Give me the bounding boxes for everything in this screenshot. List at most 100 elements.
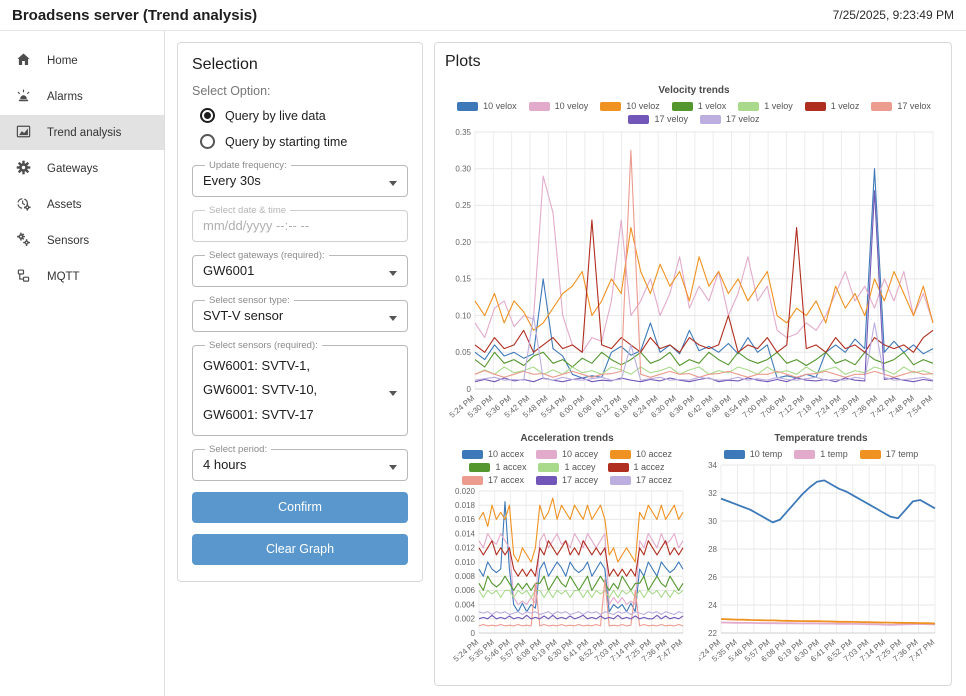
svg-text:0.006: 0.006 (455, 586, 476, 595)
radio-label: Query by live data (225, 109, 326, 123)
legend-item-17-accez: 17 accez (610, 475, 672, 485)
legend-swatch (462, 476, 483, 485)
sensor-type-select[interactable]: Select sensor type: SVT-V sensor (192, 295, 408, 332)
series-line-17-accey (479, 615, 683, 619)
legend-swatch (529, 102, 550, 111)
svg-text:0.10: 0.10 (455, 311, 471, 320)
gears-icon (15, 231, 32, 251)
series-line-10-accex (479, 502, 683, 612)
chevron-down-icon (389, 465, 397, 470)
legend-label: 17 accez (636, 475, 672, 485)
legend-swatch (457, 102, 478, 111)
period-label: Select period: (205, 444, 271, 455)
sidebar-item-home[interactable]: Home (0, 43, 164, 78)
legend-swatch (610, 476, 631, 485)
radio-label: Query by starting time (225, 135, 347, 149)
legend-swatch (536, 476, 557, 485)
svg-text:0.014: 0.014 (455, 529, 476, 538)
series-line-1-velox (475, 352, 933, 367)
clear-graph-button[interactable]: Clear Graph (192, 534, 408, 565)
sensors-value-line: GW6001: SVTV-1, (203, 354, 397, 379)
velocity-chart: Velocity trends 10 velox10 veloy10 veloz… (445, 85, 943, 433)
chevron-down-icon (389, 271, 397, 276)
sidebar-item-label: MQTT (47, 271, 80, 283)
chevron-down-icon (389, 181, 397, 186)
svg-text:0: 0 (471, 629, 476, 638)
legend-item-10-accey: 10 accey (536, 449, 598, 459)
legend-label: 1 temp (820, 449, 848, 459)
svg-text:26: 26 (708, 573, 717, 582)
update-frequency-select[interactable]: Update frequency: Every 30s (192, 160, 408, 197)
legend-label: 1 accey (564, 462, 595, 472)
legend-item-10-accez: 10 accez (610, 449, 672, 459)
temperature-chart: Temperature trends 10 temp1 temp17 temp … (699, 433, 943, 679)
legend-swatch (462, 450, 483, 459)
sidebar-item-mqtt[interactable]: MQTT (0, 259, 164, 294)
sensors-select[interactable]: Select sensors (required): GW6001: SVTV-… (192, 340, 408, 436)
acceleration-legend: 10 accex10 accey10 accez1 accex1 accey1 … (445, 449, 689, 485)
svg-text:22: 22 (708, 629, 717, 638)
confirm-button[interactable]: Confirm (192, 492, 408, 523)
svg-text:0.004: 0.004 (455, 600, 476, 609)
main-content: Selection Select Option: Query by live d… (165, 31, 966, 696)
acceleration-chart: Acceleration trends 10 accex10 accey10 a… (445, 433, 689, 679)
chevron-down-icon (389, 391, 397, 396)
radio-query-starting-time[interactable]: Query by starting time (200, 134, 408, 149)
page-title: Broadsens server (Trend analysis) (12, 7, 257, 24)
network-icon (15, 267, 32, 287)
legend-item-1-temp: 1 temp (794, 449, 848, 459)
velocity-legend: 10 velox10 veloy10 veloz1 velox1 veloy1 … (445, 101, 943, 124)
selection-panel: Selection Select Option: Query by live d… (177, 42, 423, 582)
chevron-down-icon (389, 316, 397, 321)
legend-label: 17 accey (562, 475, 598, 485)
svg-text:0.05: 0.05 (455, 348, 471, 357)
sidebar-item-assets[interactable]: Assets (0, 187, 164, 222)
datetime-label: Select date & time (205, 205, 290, 216)
legend-swatch (600, 102, 621, 111)
legend-label: 1 velox (698, 101, 727, 111)
sidebar-item-gateways[interactable]: Gateways (0, 151, 164, 186)
legend-label: 10 veloz (626, 101, 660, 111)
datetime-placeholder: mm/dd/yyyy --:-- -- (203, 219, 397, 234)
sidebar-item-label: Home (47, 55, 78, 67)
legend-item-1-veloz: 1 veloz (805, 101, 860, 111)
sidebar-item-label: Sensors (47, 235, 89, 247)
sensor-type-value: SVT-V sensor (203, 309, 397, 324)
velocity-plot-area: 5:24 PM5:30 PM5:36 PM5:42 PM5:48 PM5:54 … (445, 126, 943, 433)
svg-text:0.20: 0.20 (455, 238, 471, 247)
legend-swatch (871, 102, 892, 111)
radio-query-live-data[interactable]: Query by live data (200, 108, 408, 123)
svg-text:0.016: 0.016 (455, 515, 476, 524)
legend-item-17-temp: 17 temp (860, 449, 919, 459)
sidebar-item-sensors[interactable]: Sensors (0, 223, 164, 258)
period-value: 4 hours (203, 458, 397, 473)
legend-swatch (538, 463, 559, 472)
svg-text:0.30: 0.30 (455, 165, 471, 174)
svg-text:34: 34 (708, 461, 717, 470)
legend-label: 1 veloy (764, 101, 793, 111)
legend-swatch (628, 115, 649, 124)
legend-label: 17 accex (488, 475, 524, 485)
legend-swatch (608, 463, 629, 472)
legend-swatch (536, 450, 557, 459)
sidebar-item-label: Trend analysis (47, 127, 121, 139)
sidebar-item-alarms[interactable]: Alarms (0, 79, 164, 114)
legend-label: 10 accey (562, 449, 598, 459)
legend-swatch (738, 102, 759, 111)
legend-item-17-velox: 17 velox (871, 101, 931, 111)
sensor-type-label: Select sensor type: (205, 295, 294, 306)
sidebar: Home Alarms Trend analysis Gateways Asse… (0, 31, 165, 696)
svg-text:24: 24 (708, 601, 717, 610)
legend-item-1-accex: 1 accex (469, 462, 526, 472)
period-select[interactable]: Select period: 4 hours (192, 444, 408, 481)
sidebar-item-trend-analysis[interactable]: Trend analysis (0, 115, 164, 150)
legend-item-10-velox: 10 velox (457, 101, 517, 111)
legend-swatch (860, 450, 881, 459)
legend-item-17-accey: 17 accey (536, 475, 598, 485)
legend-item-17-veloy: 17 veloy (628, 114, 688, 124)
svg-text:0.15: 0.15 (455, 275, 471, 284)
datetime-input[interactable]: Select date & time mm/dd/yyyy --:-- -- (192, 205, 408, 242)
svg-text:0.35: 0.35 (455, 128, 471, 137)
legend-label: 10 accez (636, 449, 672, 459)
gateways-select[interactable]: Select gateways (required): GW6001 (192, 250, 408, 287)
